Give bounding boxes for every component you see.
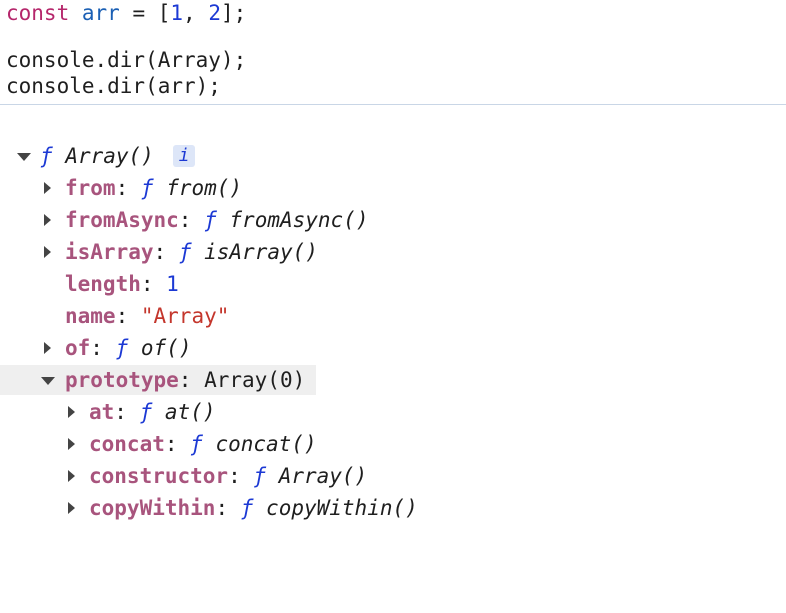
tree-item-of[interactable]: of: ƒ of() — [0, 333, 786, 363]
code-line-1[interactable]: const arr = [1, 2]; — [6, 0, 246, 26]
tree-item-from[interactable]: from: ƒ from() — [0, 173, 786, 203]
tree-item-fromasync[interactable]: fromAsync: ƒ fromAsync() — [0, 205, 786, 235]
tree-item-concat[interactable]: concat: ƒ concat() — [0, 429, 786, 459]
property-key: name — [65, 304, 116, 328]
collapse-triangle-icon[interactable] — [17, 153, 31, 161]
property-value: of() — [140, 336, 192, 360]
tree-item-constructor[interactable]: constructor: ƒ Array() — [0, 461, 786, 491]
expand-triangle-icon[interactable] — [44, 246, 51, 258]
property-value: concat() — [215, 432, 317, 456]
property-value: at() — [164, 400, 216, 424]
expand-triangle-icon[interactable] — [68, 406, 75, 418]
editor-console-divider — [0, 104, 786, 105]
tree-item-copywithin[interactable]: copyWithin: ƒ copyWithin() — [0, 493, 786, 523]
code-punct: , — [183, 1, 209, 25]
property-value: copyWithin() — [266, 496, 418, 520]
function-symbol: ƒ — [115, 336, 129, 360]
property-value: "Array" — [140, 304, 230, 328]
property-key: prototype — [65, 368, 179, 392]
property-key: at — [89, 400, 115, 424]
tree-item-isarray[interactable]: isArray: ƒ isArray() — [0, 237, 786, 267]
info-icon[interactable]: i — [173, 145, 195, 167]
property-key: isArray — [65, 240, 154, 264]
property-key: from — [65, 176, 116, 200]
tree-root-array[interactable]: ƒ Array() i — [0, 141, 786, 171]
function-symbol: ƒ — [40, 144, 53, 168]
property-value: Array() — [278, 464, 368, 488]
property-value: isArray() — [204, 240, 318, 264]
root-function-name: Array() — [65, 144, 154, 168]
function-symbol: ƒ — [190, 432, 203, 456]
expand-triangle-icon[interactable] — [44, 182, 51, 194]
property-key: copyWithin — [89, 496, 216, 520]
tree-item-length: length: 1 — [65, 272, 179, 296]
function-symbol: ƒ — [240, 496, 254, 520]
function-symbol: ƒ — [139, 400, 153, 424]
function-symbol: ƒ — [178, 240, 192, 264]
property-value: 1 — [166, 272, 179, 296]
keyword-const: const — [6, 1, 70, 25]
tree-item-name: name: "Array" — [65, 304, 230, 328]
number-literal: 1 — [170, 1, 184, 25]
property-value: Array(0) — [204, 368, 306, 392]
code-line-2[interactable]: console.dir(Array); — [6, 47, 246, 73]
function-symbol: ƒ — [253, 464, 267, 488]
expand-triangle-icon[interactable] — [68, 470, 75, 482]
code-punct: ]; — [221, 1, 247, 25]
tree-item-at[interactable]: at: ƒ at() — [0, 397, 786, 427]
property-key: constructor — [89, 464, 229, 488]
property-key: concat — [89, 432, 165, 456]
property-key: of — [65, 336, 91, 360]
collapse-triangle-icon[interactable] — [41, 377, 55, 385]
code-punct: = [ — [119, 1, 171, 25]
expand-triangle-icon[interactable] — [68, 438, 75, 450]
code-line-3[interactable]: console.dir(arr); — [6, 73, 221, 99]
expand-triangle-icon[interactable] — [44, 342, 51, 354]
expand-triangle-icon[interactable] — [68, 502, 75, 514]
function-symbol: ƒ — [204, 208, 217, 232]
number-literal: 2 — [208, 1, 221, 25]
property-value: from() — [166, 176, 243, 200]
property-value: fromAsync() — [229, 208, 369, 232]
property-key: fromAsync — [65, 208, 179, 232]
tree-item-prototype[interactable]: prototype: Array(0) — [0, 365, 316, 395]
function-symbol: ƒ — [140, 176, 154, 200]
identifier-arr: arr — [81, 1, 120, 25]
expand-triangle-icon[interactable] — [44, 214, 51, 226]
property-key: length — [65, 272, 141, 296]
